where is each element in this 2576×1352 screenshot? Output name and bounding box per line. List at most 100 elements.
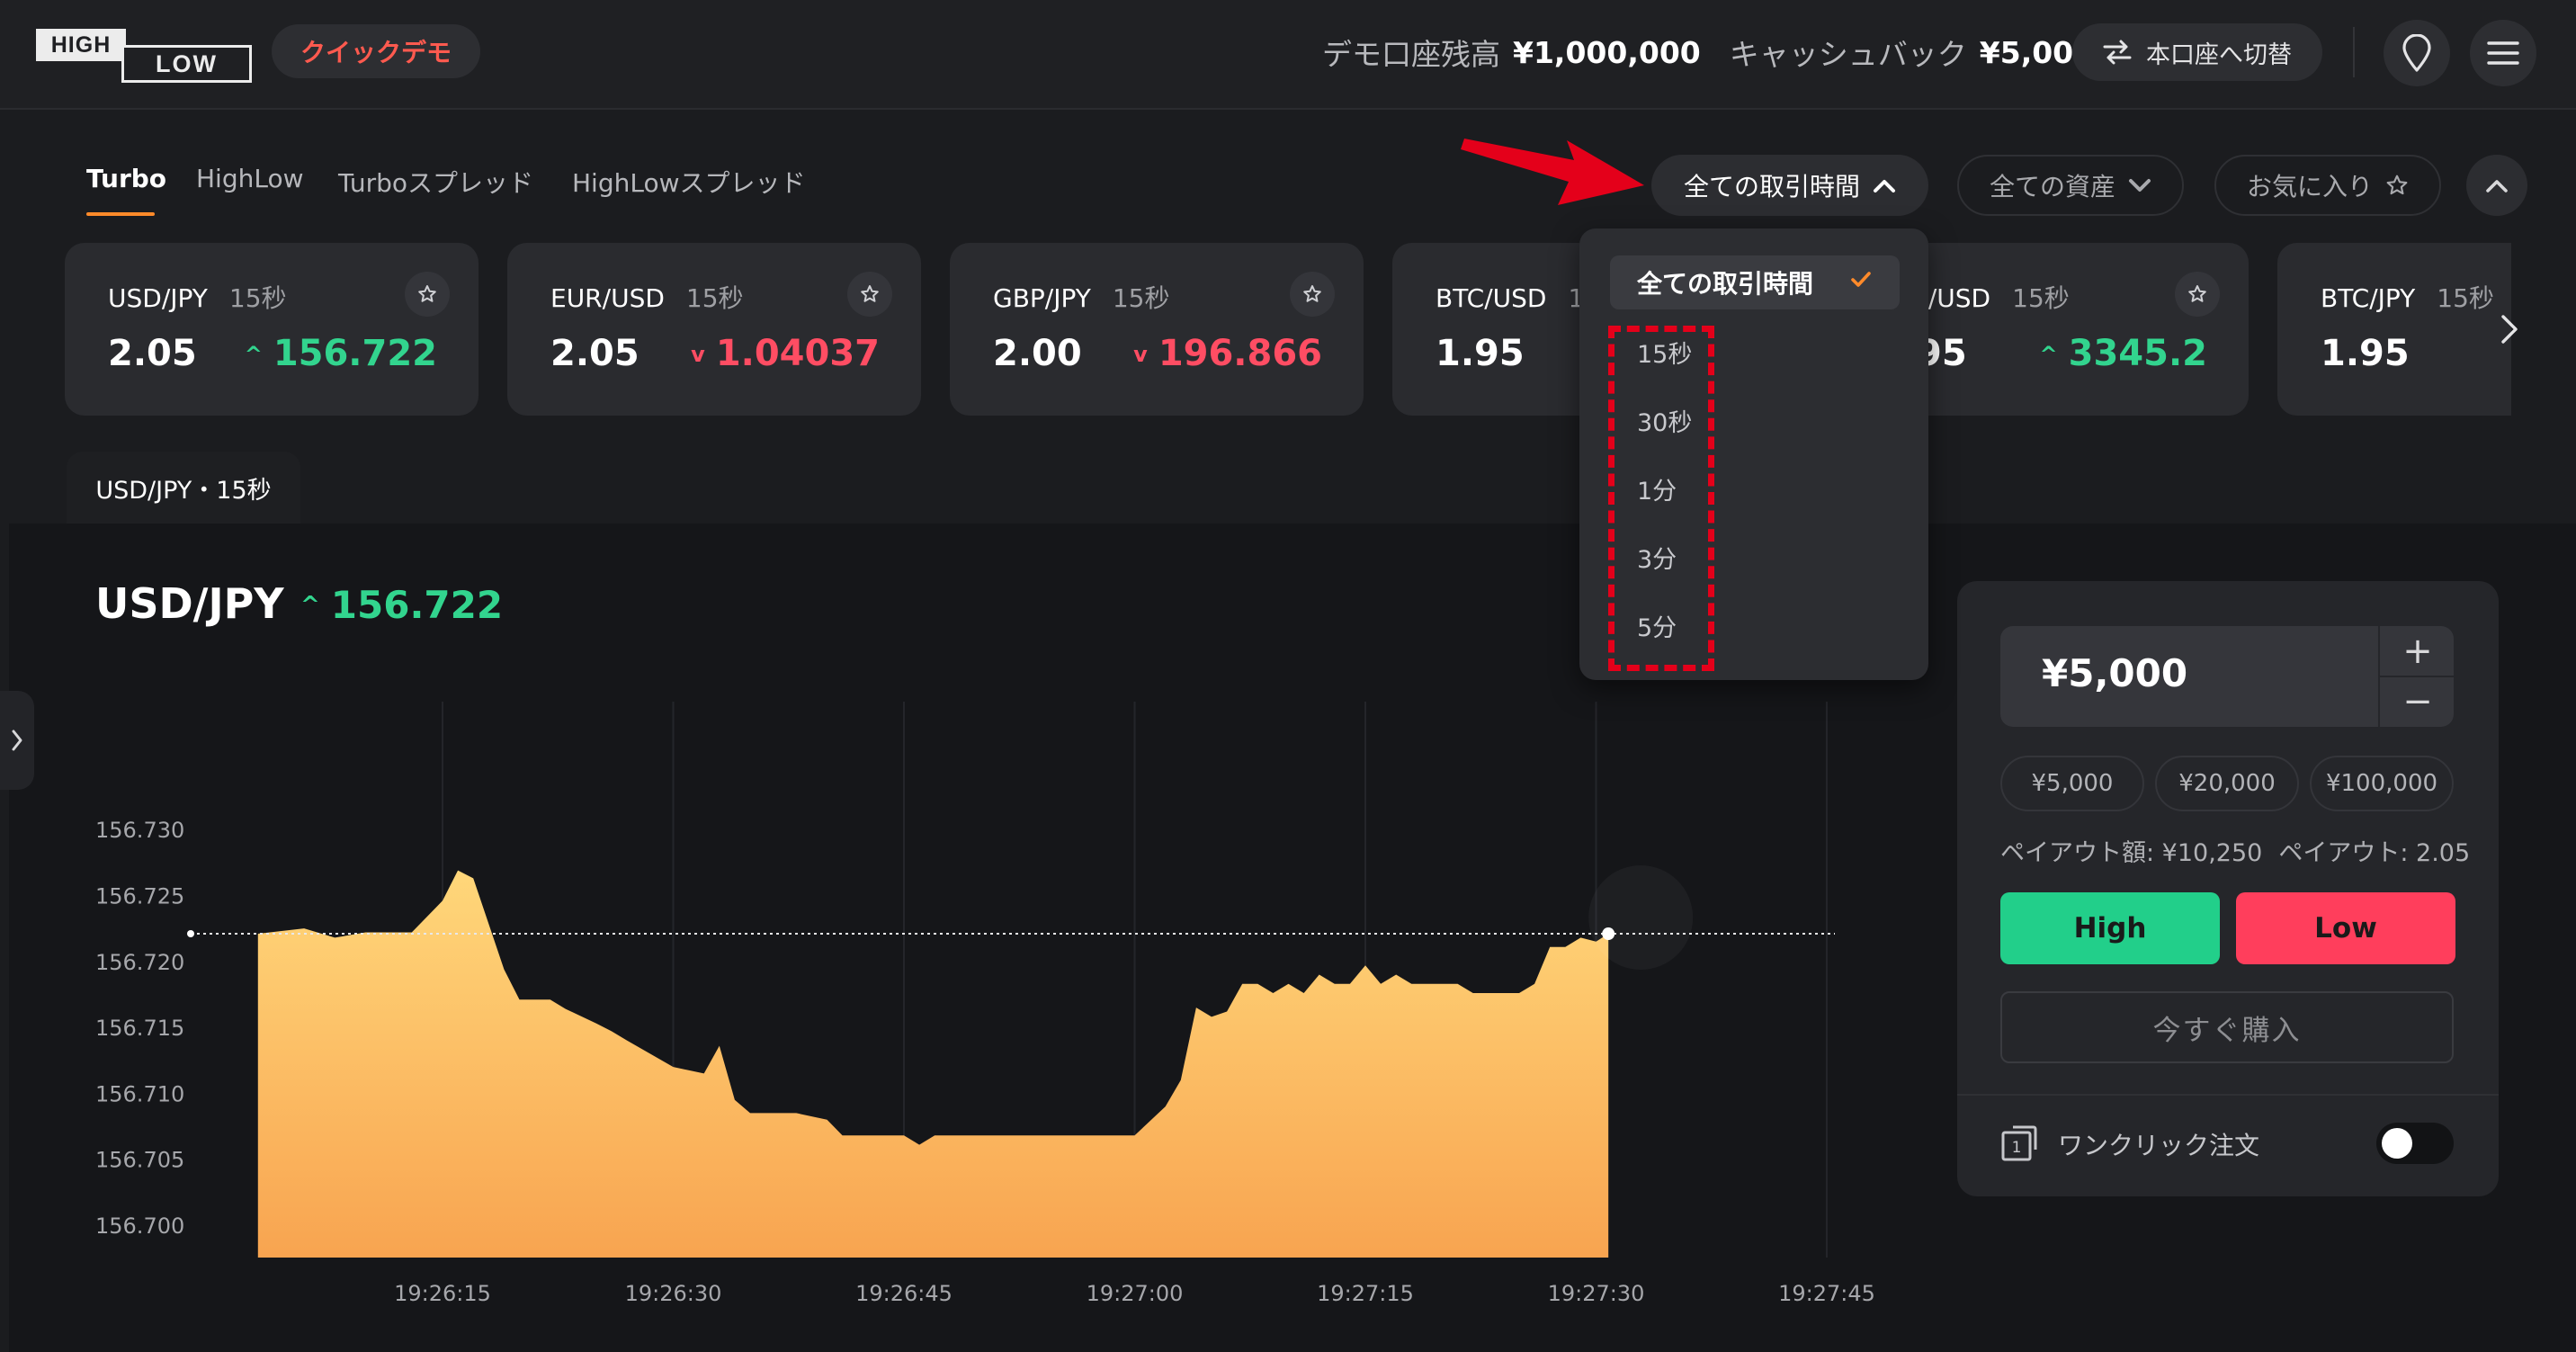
switch-account-button[interactable]: 本口座へ切替 bbox=[2072, 23, 2322, 81]
arrow-up-icon: ^ bbox=[244, 342, 263, 367]
buy-now-button[interactable]: 今すぐ購入 bbox=[2000, 991, 2454, 1063]
tab-highlow[interactable]: HighLow bbox=[196, 164, 304, 193]
decrease-amount-button[interactable]: − bbox=[2380, 676, 2455, 725]
quick-amount-button[interactable]: ¥5,000 bbox=[2000, 756, 2144, 811]
asset-symbol: BTC/JPY 15秒 bbox=[2321, 283, 2494, 313]
current-price-start-dot bbox=[187, 930, 194, 938]
highlow-logo[interactable]: HIGH LOW bbox=[36, 29, 252, 83]
top-header: HIGH LOW クイックデモ デモ口座残高 ¥1,000,000 キャッシュバ… bbox=[0, 0, 2576, 110]
collapse-cards-button[interactable] bbox=[2466, 155, 2527, 216]
star-icon bbox=[861, 285, 879, 302]
tab-turbo-spread[interactable]: Turboスプレッド bbox=[338, 164, 533, 200]
location-pin-icon bbox=[2402, 34, 2431, 72]
trade-time-filter-label: 全ての取引時間 bbox=[1683, 172, 1860, 201]
chevron-up-icon bbox=[2486, 180, 2508, 193]
y-tick-label: 156.730 bbox=[95, 818, 184, 843]
last-price-dot bbox=[1602, 927, 1615, 941]
increase-amount-button[interactable]: + bbox=[2380, 626, 2455, 676]
menu-button[interactable] bbox=[2470, 20, 2536, 86]
quick-demo-badge[interactable]: クイックデモ bbox=[272, 24, 480, 78]
last-price-halo bbox=[1588, 865, 1694, 971]
asset-symbol: EUR/USD 15秒 bbox=[550, 283, 744, 313]
x-tick-label: 19:27:30 bbox=[1548, 1281, 1645, 1306]
quick-amount-button[interactable]: ¥100,000 bbox=[2310, 756, 2454, 811]
favorite-button[interactable] bbox=[405, 272, 450, 317]
next-cards-button[interactable] bbox=[2482, 302, 2536, 356]
favorite-button[interactable] bbox=[2175, 272, 2220, 317]
chevron-up-icon bbox=[1874, 180, 1895, 193]
asset-duration: 15秒 bbox=[685, 283, 744, 313]
amount-value: ¥5,000 bbox=[2042, 651, 2188, 695]
high-button[interactable]: High bbox=[2000, 892, 2220, 964]
asset-duration: 15秒 bbox=[228, 283, 287, 313]
annotation-arrow-icon bbox=[1461, 139, 1644, 205]
arrow-up-icon: ^ bbox=[2039, 342, 2058, 367]
favorite-button[interactable] bbox=[1290, 272, 1335, 317]
y-tick-label: 156.705 bbox=[95, 1148, 184, 1173]
x-tick-label: 19:26:15 bbox=[394, 1281, 491, 1306]
favorite-button[interactable] bbox=[847, 272, 892, 317]
one-click-toggle[interactable] bbox=[2376, 1123, 2454, 1164]
quick-amount-button[interactable]: ¥20,000 bbox=[2155, 756, 2299, 811]
tab-turbo[interactable]: Turbo bbox=[86, 164, 166, 193]
one-click-label: ワンクリック注文 bbox=[2058, 1131, 2260, 1160]
asset-card[interactable]: GBP/JPY 15秒 2.00 v 196.866 bbox=[950, 243, 1364, 416]
favorites-filter[interactable]: お気に入り bbox=[2214, 155, 2441, 216]
asset-card-list: USD/JPY 15秒 2.05 ^ 156.722 EUR/USD 15秒 2.05… bbox=[65, 243, 2511, 417]
asset-filter-label: 全ての資産 bbox=[1989, 172, 2115, 201]
asset-payout: 2.00 bbox=[993, 333, 1082, 374]
dropdown-option-all[interactable]: 全ての取引時間 bbox=[1610, 255, 1900, 309]
asset-symbol: USD/JPY 15秒 bbox=[108, 283, 287, 313]
y-tick-label: 156.710 bbox=[95, 1081, 184, 1106]
balance-label: デモ口座残高 bbox=[1322, 37, 1500, 72]
star-icon bbox=[2188, 285, 2206, 302]
y-tick-label: 156.720 bbox=[95, 950, 184, 975]
checkmark-icon bbox=[1851, 272, 1871, 287]
amount-input[interactable]: ¥5,000 + − bbox=[2000, 626, 2455, 727]
swap-arrows-icon bbox=[2103, 40, 2132, 65]
logo-top: HIGH bbox=[36, 29, 126, 61]
asset-payout: 1.95 bbox=[1436, 333, 1525, 374]
asset-card[interactable]: USD/JPY 15秒 2.05 ^ 156.722 bbox=[65, 243, 479, 416]
favorites-filter-label: お気に入り bbox=[2246, 172, 2373, 201]
hamburger-menu-icon bbox=[2487, 41, 2519, 65]
price-area-series bbox=[257, 870, 1609, 1258]
one-click-icon: 1 bbox=[2001, 1125, 2037, 1161]
asset-card[interactable]: BTC/JPY 15秒 1.95 bbox=[2277, 243, 2511, 416]
panel-divider bbox=[1957, 1094, 2499, 1096]
account-summary: デモ口座残高 ¥1,000,000 キャッシュバック ¥5,000 bbox=[1322, 27, 2094, 77]
asset-payout: 1.95 bbox=[2321, 333, 2410, 374]
logo-bottom: LOW bbox=[121, 45, 252, 83]
tab-highlow-spread[interactable]: HighLowスプレッド bbox=[572, 164, 806, 200]
asset-price: v 196.866 bbox=[1133, 333, 1322, 374]
chart-current-price: ^ 156.722 bbox=[300, 583, 504, 627]
active-tab-indicator bbox=[86, 212, 155, 216]
asset-payout: 2.05 bbox=[550, 333, 640, 374]
payout-rate: ペイアウト: 2.05 bbox=[2278, 839, 2471, 867]
x-tick-label: 19:27:15 bbox=[1317, 1281, 1414, 1306]
payout-amount: ペイアウト額: ¥10,250 bbox=[2000, 839, 2263, 867]
toggle-knob bbox=[2382, 1128, 2412, 1159]
low-button[interactable]: Low bbox=[2236, 892, 2455, 964]
switch-account-label: 本口座へ切替 bbox=[2146, 40, 2292, 69]
star-icon bbox=[1303, 285, 1321, 302]
asset-filter[interactable]: 全ての資産 bbox=[1957, 155, 2184, 216]
svg-text:1: 1 bbox=[2012, 1139, 2022, 1157]
chart-tab[interactable]: USD/JPY・15秒 bbox=[67, 452, 300, 524]
trade-panel: ¥5,000 + − ¥5,000 ¥20,000 ¥100,000 ペイアウト… bbox=[1957, 581, 2499, 1196]
arrow-up-icon: ^ bbox=[300, 592, 320, 619]
x-tick-label: 19:27:00 bbox=[1087, 1281, 1184, 1306]
chevron-down-icon bbox=[2129, 179, 2151, 192]
location-button[interactable] bbox=[2384, 20, 2450, 86]
asset-price: v 1.04037 bbox=[691, 333, 880, 374]
trade-time-filter[interactable]: 全ての取引時間 bbox=[1651, 155, 1928, 216]
star-icon bbox=[2386, 175, 2408, 195]
asset-symbol: GBP/JPY 15秒 bbox=[993, 283, 1170, 313]
asset-price: ^ 156.722 bbox=[244, 333, 437, 374]
dropdown-option-all-label: 全ての取引時間 bbox=[1637, 269, 1814, 299]
chart-symbol-title: USD/JPY bbox=[95, 579, 284, 628]
asset-card[interactable]: EUR/USD 15秒 2.05 v 1.04037 bbox=[507, 243, 921, 416]
payout-info: ペイアウト額: ¥10,250 ペイアウト: 2.05 bbox=[2000, 833, 2470, 868]
asset-price: ^ 3345.2 bbox=[2039, 333, 2207, 374]
price-chart[interactable]: 156.700 156.705 156.710 156.715 156.720 156.7… bbox=[0, 702, 1934, 1313]
